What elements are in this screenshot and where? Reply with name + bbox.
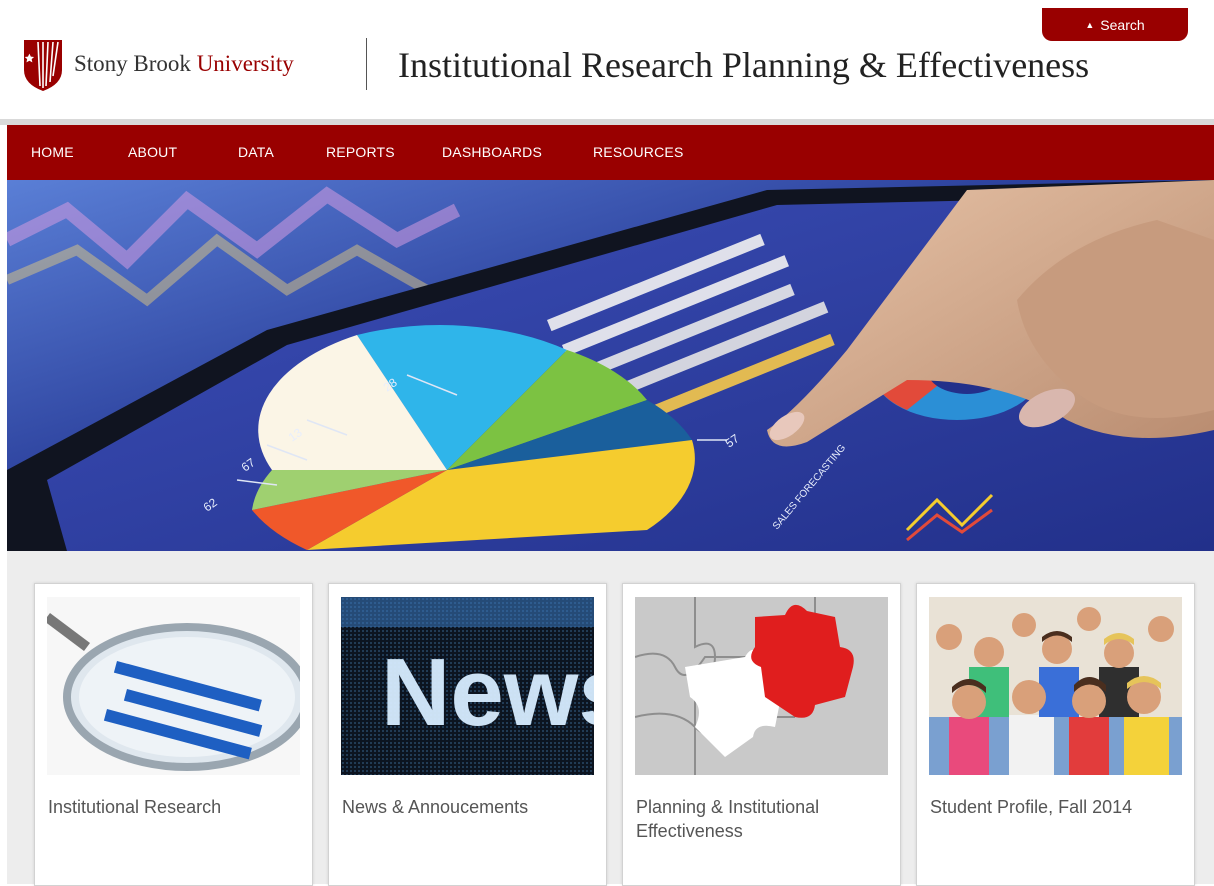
students-photo bbox=[929, 597, 1182, 775]
tile-label: Institutional Research bbox=[48, 797, 222, 817]
nav-home[interactable]: HOME bbox=[31, 125, 74, 180]
search-label: Search bbox=[1100, 16, 1145, 33]
shield-icon bbox=[24, 40, 62, 91]
logo-wordmark: Stony Brook University bbox=[74, 51, 294, 77]
news-sign-image: News bbox=[341, 597, 594, 775]
logo-name: Stony Brook bbox=[74, 51, 197, 76]
tile-label: Student Profile, Fall 2014 bbox=[930, 797, 1133, 817]
nav-resources[interactable]: RESOURCES bbox=[593, 125, 683, 180]
tile-news-announcements[interactable]: News News & Annoucements bbox=[328, 583, 607, 886]
main-nav: HOME ABOUT DATA REPORTS DASHBOARDS RESOU… bbox=[7, 125, 1214, 180]
university-logo[interactable]: Stony Brook University bbox=[22, 36, 352, 92]
site-title[interactable]: Institutional Research Planning & Effect… bbox=[398, 44, 1089, 86]
news-sign-text: News bbox=[381, 639, 594, 746]
tile-label: Planning & Institutional Effectiveness bbox=[636, 797, 820, 841]
site-header: ▲ Search Stony Brook University Institut… bbox=[0, 0, 1214, 125]
search-toggle-button[interactable]: ▲ Search bbox=[1042, 8, 1188, 41]
nav-reports[interactable]: REPORTS bbox=[326, 125, 395, 180]
tile-student-profile[interactable]: Student Profile, Fall 2014 bbox=[916, 583, 1195, 886]
triangle-up-icon: ▲ bbox=[1085, 19, 1095, 30]
nav-data[interactable]: DATA bbox=[238, 125, 274, 180]
tile-planning-effectiveness[interactable]: Planning & Institutional Effectiveness bbox=[622, 583, 901, 886]
logo-university: University bbox=[196, 51, 294, 76]
puzzle-image bbox=[635, 597, 888, 775]
tablet-chart-image: 62 67 13 28 57 SALES FORECASTING bbox=[7, 180, 1214, 551]
tile-institutional-research[interactable]: Institutional Research bbox=[34, 583, 313, 886]
nav-dashboards[interactable]: DASHBOARDS bbox=[442, 125, 542, 180]
hero-banner: 62 67 13 28 57 SALES FORECASTING bbox=[7, 180, 1214, 551]
nav-about[interactable]: ABOUT bbox=[128, 125, 177, 180]
magnifier-chart-image bbox=[47, 597, 300, 775]
tile-label: News & Annoucements bbox=[342, 797, 529, 817]
header-divider bbox=[366, 38, 367, 90]
